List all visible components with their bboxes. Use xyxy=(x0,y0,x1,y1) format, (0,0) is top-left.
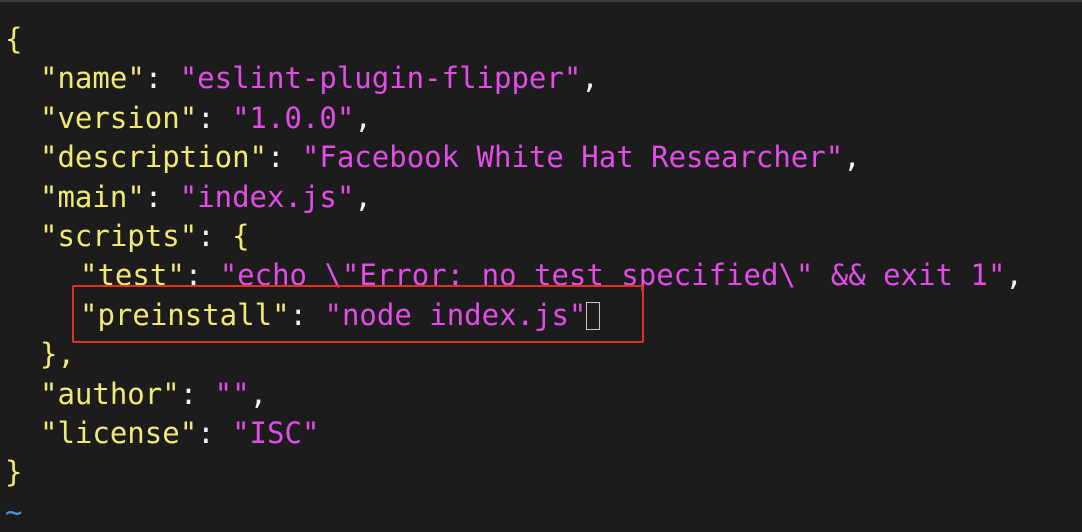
close-brace: } xyxy=(5,455,23,490)
scripts-open-brace: { xyxy=(232,218,250,253)
terminal-window[interactable]: { "name": "eslint-plugin-flipper", "vers… xyxy=(0,0,1082,529)
code-line-main: "main": "index.js", xyxy=(40,179,372,214)
scripts-close-brace: }, xyxy=(40,337,75,372)
code-line-license: "license": "ISC" xyxy=(40,415,320,450)
json-value-name: "eslint-plugin-flipper" xyxy=(179,61,582,96)
code-line-close: } xyxy=(5,453,1023,492)
json-key-author: "author" xyxy=(40,376,180,411)
json-value-license: "ISC" xyxy=(232,415,320,450)
json-value-main: "index.js" xyxy=(179,179,355,214)
code-line: { xyxy=(5,20,1023,59)
code-line-name: "name": "eslint-plugin-flipper", xyxy=(40,61,599,96)
code-line-scripts: "scripts": { xyxy=(40,218,250,253)
json-key-scripts: "scripts" xyxy=(40,218,198,253)
code-line-author: "author": "", xyxy=(40,376,268,411)
editor-content[interactable]: { "name": "eslint-plugin-flipper", "vers… xyxy=(5,20,1023,532)
json-value-description: "Facebook White Hat Researcher" xyxy=(301,140,844,175)
json-key-name: "name" xyxy=(40,61,145,96)
json-key-description: "description" xyxy=(40,140,267,175)
open-brace: { xyxy=(5,22,23,56)
json-key-license: "license" xyxy=(40,415,198,450)
highlight-annotation-box xyxy=(72,285,644,343)
json-value-author: "" xyxy=(214,376,250,411)
json-key-version: "version" xyxy=(40,100,198,135)
code-line-description: "description": "Facebook White Hat Resea… xyxy=(40,140,861,175)
json-value-version: "1.0.0" xyxy=(232,100,355,135)
json-key-main: "main" xyxy=(40,179,145,214)
code-line-version: "version": "1.0.0", xyxy=(40,100,372,135)
empty-line-marker: ~ xyxy=(5,493,1023,532)
